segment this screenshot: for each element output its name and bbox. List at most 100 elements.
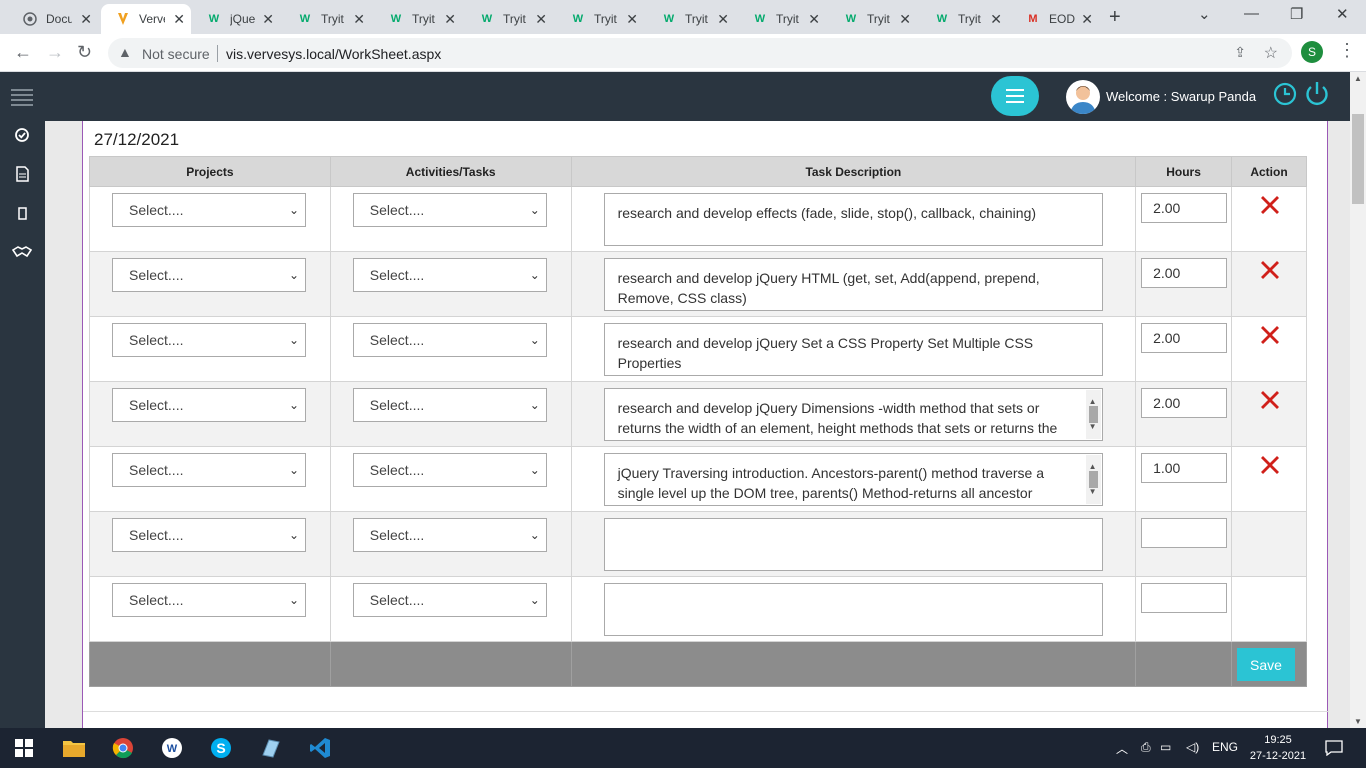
hours-input[interactable] [1141, 518, 1228, 548]
description-textarea[interactable]: jQuery Traversing introduction. Ancestor… [603, 453, 1103, 506]
project-select[interactable]: Select.... ⌄ [112, 388, 306, 422]
browser-tab[interactable]: M EOD ✕ [1011, 4, 1099, 34]
project-select[interactable]: Select.... ⌄ [112, 583, 306, 617]
browser-tab[interactable]: W Tryit ✕ [647, 4, 735, 34]
network-icon[interactable]: ⎙ [1141, 740, 1151, 755]
hamburger-lines-icon[interactable] [11, 88, 33, 111]
close-icon[interactable]: ✕ [1081, 11, 1093, 28]
chrome-icon[interactable] [111, 736, 135, 760]
close-icon[interactable]: ✕ [717, 11, 729, 28]
browser-tab[interactable]: Docu ✕ [8, 4, 98, 34]
browser-tab[interactable]: W Tryit ✕ [829, 4, 917, 34]
profile-avatar[interactable]: S [1301, 41, 1323, 63]
language-indicator[interactable]: ENG [1212, 740, 1238, 754]
url-text[interactable]: vis.vervesys.local/WorkSheet.aspx [226, 46, 441, 62]
save-button[interactable]: Save [1237, 648, 1295, 681]
scroll-down-icon[interactable]: ▼ [1089, 417, 1097, 437]
close-icon[interactable]: ✕ [808, 11, 820, 28]
windows-start-icon[interactable] [12, 736, 36, 760]
close-icon[interactable]: ✕ [80, 11, 92, 28]
project-select[interactable]: Select.... ⌄ [112, 258, 306, 292]
bookmark-star-icon[interactable]: ☆ [1264, 43, 1278, 63]
battery-icon[interactable]: ▭ [1160, 740, 1171, 754]
volume-icon[interactable]: ◁) [1186, 740, 1199, 754]
activity-select[interactable]: Select.... ⌄ [352, 518, 547, 552]
forward-icon[interactable]: → [46, 42, 64, 63]
activity-select[interactable]: Select.... ⌄ [352, 583, 547, 617]
notification-icon[interactable] [1322, 736, 1346, 760]
browser-tab-active[interactable]: Verve ✕ [101, 4, 191, 34]
delete-icon[interactable] [1258, 323, 1282, 352]
minimize-icon[interactable]: — [1244, 5, 1259, 22]
back-icon[interactable]: ← [14, 42, 32, 63]
activity-select[interactable]: Select.... ⌄ [352, 453, 547, 487]
skype-icon[interactable]: S [209, 736, 233, 760]
browser-tab[interactable]: W jQue ✕ [192, 4, 280, 34]
clock-icon[interactable] [1273, 82, 1297, 111]
hours-input[interactable]: 2.00 [1141, 323, 1228, 353]
hours-input[interactable]: 2.00 [1141, 258, 1228, 288]
scroll-down-icon[interactable]: ▼ [1089, 482, 1097, 502]
project-select[interactable]: Select.... ⌄ [112, 453, 306, 487]
description-textarea[interactable]: research and develop jQuery Dimensions -… [603, 388, 1103, 441]
share-icon[interactable]: ⇪ [1234, 44, 1246, 61]
description-textarea[interactable]: research and develop effects (fade, slid… [603, 193, 1103, 246]
check-circle-icon[interactable] [12, 125, 32, 145]
mobile-icon[interactable] [12, 203, 32, 223]
description-textarea[interactable] [603, 518, 1103, 571]
warning-icon[interactable]: ▲ [118, 44, 132, 60]
close-icon[interactable]: ✕ [626, 11, 638, 28]
browser-tab[interactable]: W Tryit ✕ [556, 4, 644, 34]
window-close-icon[interactable]: ✕ [1336, 5, 1349, 23]
new-tab-icon[interactable]: + [1109, 6, 1121, 29]
tab-search-icon[interactable]: ⌄ [1198, 5, 1211, 23]
browser-tab[interactable]: W Tryit ✕ [283, 4, 371, 34]
project-select[interactable]: Select.... ⌄ [112, 323, 306, 357]
project-select[interactable]: Select.... ⌄ [112, 193, 306, 227]
file-explorer-icon[interactable] [62, 736, 86, 760]
hours-input[interactable]: 2.00 [1141, 193, 1228, 223]
description-textarea[interactable] [603, 583, 1103, 636]
activity-select[interactable]: Select.... ⌄ [352, 323, 547, 357]
delete-icon[interactable] [1258, 453, 1282, 482]
omnibox[interactable]: ▲ Not secure vis.vervesys.local/WorkShee… [108, 38, 1292, 68]
browser-tab[interactable]: W Tryit ✕ [465, 4, 553, 34]
user-avatar[interactable] [1066, 80, 1100, 114]
tray-up-icon[interactable]: ︿ [1116, 740, 1128, 757]
hours-input[interactable]: 1.00 [1141, 453, 1228, 483]
close-icon[interactable]: ✕ [353, 11, 365, 28]
taskbar-clock[interactable]: 19:25 27-12-2021 [1248, 732, 1308, 764]
activity-select[interactable]: Select.... ⌄ [352, 193, 547, 227]
description-textarea[interactable]: research and develop jQuery HTML (get, s… [603, 258, 1103, 311]
close-icon[interactable]: ✕ [262, 11, 274, 28]
activity-select[interactable]: Select.... ⌄ [352, 388, 547, 422]
hours-input[interactable]: 2.00 [1141, 388, 1228, 418]
project-select[interactable]: Select.... ⌄ [112, 518, 306, 552]
description-textarea[interactable]: research and develop jQuery Set a CSS Pr… [603, 323, 1103, 376]
scroll-thumb[interactable] [1352, 114, 1364, 204]
browser-tab[interactable]: W Tryit ✕ [738, 4, 826, 34]
hours-input[interactable] [1141, 583, 1228, 613]
close-icon[interactable]: ✕ [899, 11, 911, 28]
power-icon[interactable] [1304, 80, 1330, 113]
notepad-icon[interactable] [258, 736, 282, 760]
security-label[interactable]: Not secure [142, 46, 210, 62]
close-icon[interactable]: ✕ [444, 11, 456, 28]
delete-icon[interactable] [1258, 388, 1282, 417]
browser-menu-icon[interactable]: ⋮ [1338, 40, 1356, 61]
document-icon[interactable] [12, 164, 32, 184]
delete-icon[interactable] [1258, 258, 1282, 287]
close-icon[interactable]: ✕ [173, 11, 185, 28]
app-w-icon[interactable]: W [160, 736, 184, 760]
close-icon[interactable]: ✕ [535, 11, 547, 28]
restore-icon[interactable]: ❐ [1290, 5, 1303, 23]
scroll-down-icon[interactable]: ▼ [1354, 717, 1362, 726]
scroll-up-icon[interactable]: ▲ [1354, 74, 1362, 83]
menu-toggle-button[interactable] [991, 76, 1039, 116]
page-scrollbar[interactable]: ▲ ▼ [1350, 72, 1366, 728]
textarea-scrollbar[interactable]: ▲ ▼ [1085, 455, 1101, 504]
browser-tab[interactable]: W Tryit ✕ [920, 4, 1008, 34]
delete-icon[interactable] [1258, 193, 1282, 222]
activity-select[interactable]: Select.... ⌄ [352, 258, 547, 292]
close-icon[interactable]: ✕ [990, 11, 1002, 28]
